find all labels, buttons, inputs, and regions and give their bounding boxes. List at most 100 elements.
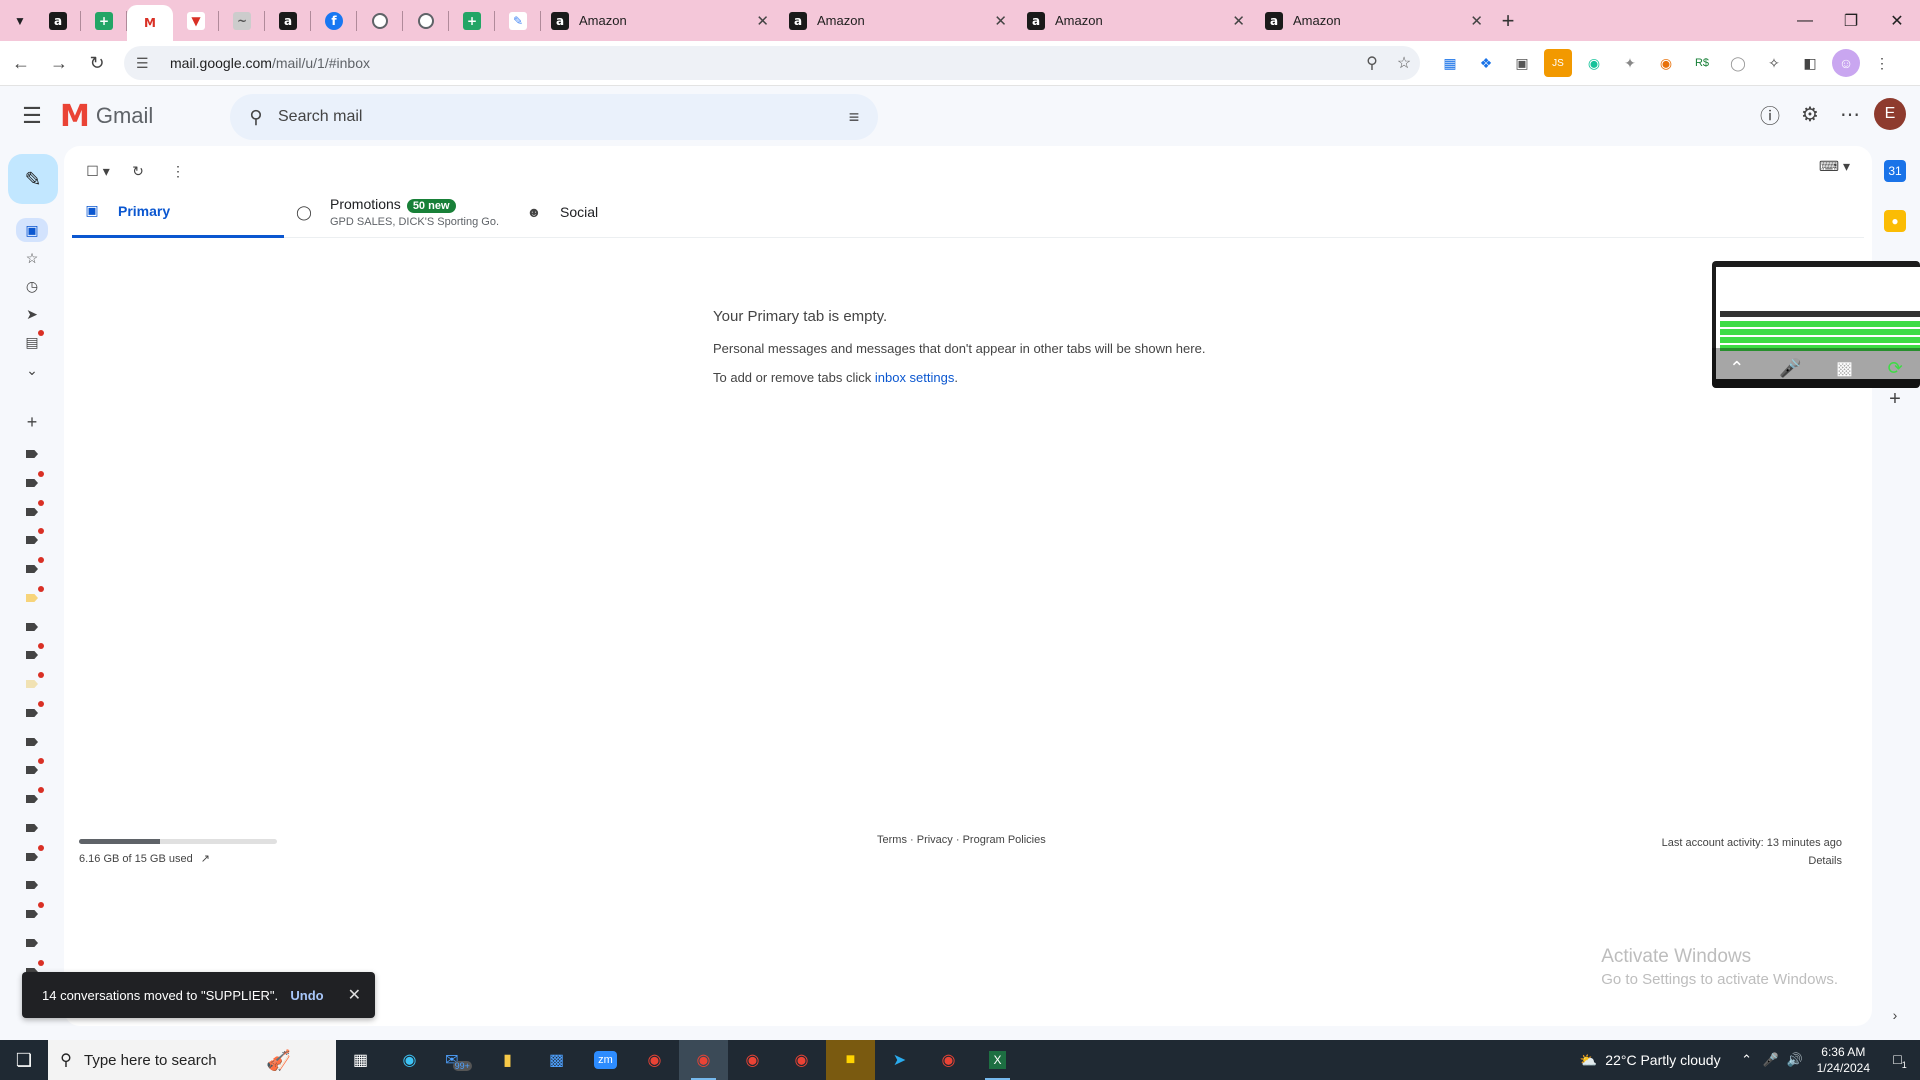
task-view-icon[interactable]: ▦ (336, 1040, 385, 1080)
chrome-active-icon[interactable]: ◉ (679, 1040, 728, 1080)
address-bar[interactable]: ☰ mail.google.com/mail/u/1/#inbox ⚲ ☆ (124, 46, 1420, 80)
extension-icon[interactable]: R$ (1688, 49, 1716, 77)
external-link-icon[interactable]: ↗ (201, 852, 210, 865)
label-item[interactable] (16, 586, 48, 610)
chrome-profile-2-icon[interactable]: ◉ (777, 1040, 826, 1080)
help-icon[interactable]: ⓘ (1750, 94, 1790, 134)
weather-widget[interactable]: ⛅ 22°C Partly cloudy (1580, 1052, 1721, 1069)
sticky-notes-icon[interactable]: ■ (826, 1040, 875, 1080)
chrome-profile-icon[interactable]: ◉ (728, 1040, 777, 1080)
chevron-right-icon[interactable]: › (1884, 1004, 1906, 1026)
extension-js-icon[interactable]: JS (1544, 49, 1572, 77)
label-item[interactable] (16, 902, 48, 926)
select-all-checkbox[interactable]: ☐ ▾ (78, 156, 118, 186)
extensions-puzzle-icon[interactable]: ✧ (1760, 49, 1788, 77)
compose-button[interactable]: ✎ (8, 154, 58, 204)
label-item[interactable] (16, 758, 48, 782)
extension-icon[interactable]: ✦ (1616, 49, 1644, 77)
chrome-icon[interactable]: ◉ (630, 1040, 679, 1080)
label-item[interactable] (16, 873, 48, 897)
terms-link[interactable]: Terms (877, 834, 907, 846)
tab-primary[interactable]: ▣ Primary (72, 186, 284, 238)
more-options-icon[interactable]: ⋮ (158, 156, 198, 186)
site-info-icon[interactable]: ☰ (136, 55, 152, 72)
extension-icon[interactable]: ❖ (1472, 49, 1500, 77)
privacy-link[interactable]: Privacy (917, 834, 953, 846)
label-item[interactable] (16, 672, 48, 696)
microphone-muted-icon[interactable]: 🎤 (1779, 358, 1801, 379)
label-item[interactable] (16, 845, 48, 869)
chevron-up-icon[interactable]: ⌃ (1729, 358, 1744, 379)
input-tools-icon[interactable]: ⌨ ▾ (1819, 158, 1850, 175)
label-item[interactable] (16, 730, 48, 754)
chrome-profile-3-icon[interactable]: ◉ (924, 1040, 973, 1080)
pinned-tab-globe-2[interactable] (403, 4, 449, 38)
close-icon[interactable]: ✕ (994, 12, 1007, 30)
more-menu-icon[interactable]: ⋮ (1868, 49, 1896, 77)
inbox-nav[interactable]: ▣ (16, 218, 48, 242)
label-item[interactable] (16, 787, 48, 811)
restore-icon[interactable]: ❐ (1828, 0, 1874, 41)
forward-button[interactable]: → (42, 46, 76, 80)
tab-search-button[interactable]: ▼ (5, 6, 35, 36)
add-addon-plus-icon[interactable]: + (1884, 388, 1906, 410)
tab-social[interactable]: ☻ Social (514, 186, 714, 238)
browser-tab[interactable]: a Amazon ✕ (541, 4, 779, 38)
drafts-nav[interactable]: ▤ (16, 330, 48, 354)
pinned-tab-amazon-2[interactable]: a (265, 4, 311, 38)
start-button[interactable]: ❏ (0, 1040, 48, 1080)
label-item[interactable] (16, 701, 48, 725)
grammarly-icon[interactable]: ◉ (1580, 49, 1608, 77)
pinned-tab-facebook[interactable]: f (311, 4, 357, 38)
new-tab-button[interactable]: + (1493, 6, 1523, 36)
pinned-tab-sheets[interactable]: + (81, 4, 127, 38)
search-options-icon[interactable]: ≡ (830, 107, 878, 128)
starred-nav[interactable]: ☆ (16, 246, 48, 270)
clock[interactable]: 6:36 AM 1/24/2024 (1817, 1044, 1870, 1076)
extension-off-icon[interactable]: ▣ (1508, 49, 1536, 77)
file-explorer-icon[interactable]: ▮ (483, 1040, 532, 1080)
camera-icon[interactable]: ▩ (1836, 358, 1853, 379)
label-item[interactable] (16, 557, 48, 581)
excel-icon[interactable]: X (973, 1040, 1022, 1080)
extension-icon[interactable]: ◉ (1652, 49, 1680, 77)
tray-overflow-icon[interactable]: ⌃ (1735, 1052, 1759, 1068)
label-item[interactable] (16, 931, 48, 955)
label-item[interactable] (16, 528, 48, 552)
label-item[interactable] (16, 643, 48, 667)
floating-video-preview[interactable]: ⌃ 🎤 ▩ ⟳ (1712, 261, 1920, 388)
label-item[interactable] (16, 442, 48, 466)
url-text[interactable]: mail.google.com/mail/u/1/#inbox (170, 55, 1356, 71)
mail-icon[interactable]: ✉ 99+ (434, 1040, 483, 1080)
taskbar-search[interactable]: ⚲ Type here to search 🎻 (48, 1040, 336, 1080)
browser-tab[interactable]: a Amazon ✕ (1255, 4, 1493, 38)
details-link[interactable]: Details (1662, 852, 1842, 870)
label-item[interactable] (16, 471, 48, 495)
hangup-icon[interactable]: ⟳ (1888, 358, 1903, 379)
sent-nav[interactable]: ➤ (16, 302, 48, 326)
refresh-icon[interactable]: ↻ (118, 156, 158, 186)
edge-icon[interactable]: ◉ (385, 1040, 434, 1080)
notification-center-icon[interactable]: □1 (1880, 1051, 1920, 1070)
close-icon[interactable]: ✕ (756, 12, 769, 30)
settings-gear-icon[interactable]: ⚙ (1790, 94, 1830, 134)
snoozed-nav[interactable]: ◷ (16, 274, 48, 298)
more-nav[interactable]: ⌄ (16, 358, 48, 382)
zoom-icon[interactable]: ⚲ (1356, 53, 1388, 73)
back-button[interactable]: ← (4, 46, 38, 80)
close-icon[interactable]: ✕ (1470, 12, 1483, 30)
account-avatar[interactable]: E (1874, 98, 1906, 130)
side-panel-icon[interactable]: ◧ (1796, 49, 1824, 77)
telegram-icon[interactable]: ➤ (875, 1040, 924, 1080)
close-icon[interactable]: ✕ (1232, 12, 1245, 30)
apps-grid-icon[interactable]: ⋯ (1830, 94, 1870, 134)
volume-icon[interactable]: 🔊 (1783, 1052, 1807, 1068)
bookmark-star-icon[interactable]: ☆ (1388, 53, 1420, 73)
label-item[interactable] (16, 500, 48, 524)
undo-button[interactable]: Undo (290, 988, 323, 1003)
close-icon[interactable]: ✕ (348, 985, 361, 1005)
pinned-tab-red[interactable]: ▼ (173, 4, 219, 38)
pinned-tab-amazon[interactable]: a (35, 4, 81, 38)
tab-promotions[interactable]: ◯ Promotions 50 new GPD SALES, DICK'S Spo… (284, 186, 514, 238)
calendar-icon[interactable]: 31 (1884, 160, 1906, 182)
